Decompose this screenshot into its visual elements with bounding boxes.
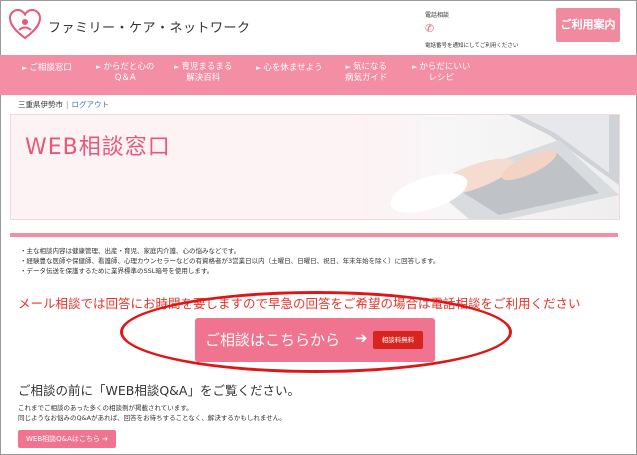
nav-item-label: ご相談窓口	[29, 63, 72, 73]
nav-item-label-2: 解決百科	[186, 73, 221, 83]
qa-text-line-1: これまでご相談のあった多くの相談例が掲載されています。	[18, 404, 193, 412]
phone-icon: ✆	[425, 22, 435, 35]
nav-item-label-2: レシピ	[428, 73, 454, 83]
logout-link[interactable]: ログアウト	[72, 100, 110, 109]
qa-description: これまでご相談のあった多くの相談例が掲載されています。 同じようなお悩みのQ&A…	[18, 403, 286, 423]
nav-item-body-mind-qa[interactable]: ► からだと心の Q＆A	[96, 62, 154, 84]
web-qa-button[interactable]: WEB相談Q&Aはこちら ➔	[18, 430, 116, 448]
nav-item-rest-your-mind[interactable]: ► 心を休ませよう	[256, 63, 323, 74]
breadcrumb-city: 三重県伊勢市	[18, 100, 63, 109]
nav-item-label: 育児まるまる	[181, 62, 233, 72]
arrow-right-icon: ➔	[102, 435, 108, 443]
nav-item-label: からだと心の	[103, 62, 155, 72]
chevron-right-icon: ►	[22, 64, 28, 72]
usage-guide-button[interactable]: ご利用案内	[556, 8, 620, 42]
nav-item-disease-guide[interactable]: ► 気になる 病気ガイド	[345, 62, 388, 84]
nav-item-label: からだにいい	[419, 62, 471, 72]
tel-label: 電話相談	[425, 12, 450, 19]
qa-heading: ご相談の前に「WEB相談Q&A」をご覧ください。	[18, 383, 300, 398]
heart-logo-icon[interactable]	[8, 8, 42, 42]
chevron-right-icon: ►	[345, 63, 351, 71]
site-header: ファミリー・ケア・ネットワーク 電話相談 ✆ 電話番号を通知にしてご利用ください…	[0, 0, 637, 52]
main-nav: ► ご相談窓口 ► からだと心の Q＆A ► 育児まるまる 解決百科 ► 心を休ませよう…	[0, 55, 637, 95]
qa-text-line-2: 同じようなお悩みのQ&Aがあれば、回答をお待ちすることなく、解決するかもしれませ…	[18, 414, 286, 422]
nav-item-childcare-encyclopedia[interactable]: ► 育児まるまる 解決百科	[174, 62, 232, 84]
highlight-annotation-oval	[120, 291, 512, 373]
nav-item-label-2: 病気ガイド	[345, 73, 388, 83]
page-title: WEB相談窓口	[25, 135, 171, 160]
tel-note: 電話番号を通知にしてご利用ください	[425, 43, 519, 49]
chevron-right-icon: ►	[412, 63, 418, 71]
list-item: 主な相談内容は健康管理、出産・育児、家庭内介護、心の悩みなどです。	[20, 246, 440, 256]
list-item: 経験豊な医師や保健師、看護師、心理カウンセラーなどの有資格者が3営業日以内（土曜…	[20, 256, 440, 266]
breadcrumb: 三重県伊勢市 | ログアウト	[18, 100, 110, 109]
nav-item-label: 気になる	[352, 62, 387, 72]
site-logo-text[interactable]: ファミリー・ケア・ネットワーク	[48, 17, 251, 36]
chevron-right-icon: ►	[96, 63, 102, 71]
nav-item-label: 心を休ませよう	[263, 63, 323, 73]
chevron-right-icon: ►	[256, 64, 262, 72]
laptop-hands-image	[359, 115, 619, 219]
page-banner: WEB相談窓口	[10, 114, 620, 220]
nav-item-consult-window[interactable]: ► ご相談窓口	[22, 63, 72, 74]
chevron-right-icon: ►	[174, 63, 180, 71]
web-qa-button-label: WEB相談Q&Aはこちら	[25, 435, 100, 443]
section-divider	[10, 233, 618, 237]
nav-item-healthy-recipes[interactable]: ► からだにいい レシピ	[412, 62, 470, 84]
list-item: データ伝送を保護するために業界標準のSSL暗号を使用します。	[20, 266, 440, 276]
info-list: 主な相談内容は健康管理、出産・育児、家庭内介護、心の悩みなどです。 経験豊な医師…	[20, 246, 440, 276]
nav-item-label-2: Q＆A	[114, 73, 136, 83]
